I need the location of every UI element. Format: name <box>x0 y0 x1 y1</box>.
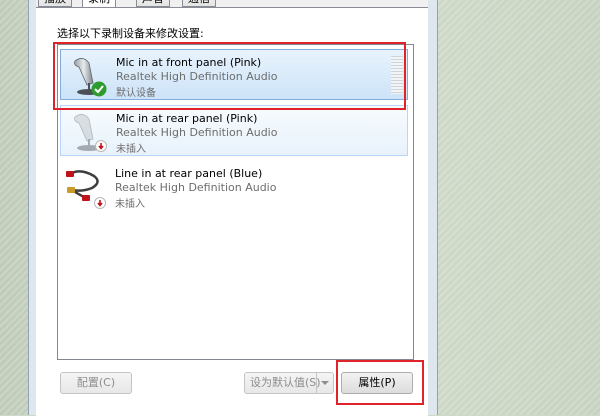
highlight-box <box>53 42 406 110</box>
set-default-label: 设为默认值(S) <box>250 376 321 389</box>
set-default-button[interactable]: 设为默认值(S) <box>244 372 334 394</box>
tab-sounds[interactable]: 声音 <box>136 0 170 7</box>
device-status: 未插入 <box>116 144 146 155</box>
tab-bar: 播放 录制 声音 通信 <box>36 0 428 9</box>
tab-communications[interactable]: 通信 <box>182 0 216 7</box>
configure-button[interactable]: 配置(C) <box>60 372 132 394</box>
device-name: Mic in at rear panel (Pink) <box>116 112 258 125</box>
tab-playback[interactable]: 播放 <box>38 0 72 7</box>
set-default-dropdown[interactable] <box>316 373 333 393</box>
device-name: Line in at rear panel (Blue) <box>115 167 263 180</box>
device-status: 未插入 <box>115 199 145 210</box>
list-item[interactable]: Mic in at rear panel (Pink) Realtek High… <box>60 105 408 156</box>
highlight-box <box>336 360 424 405</box>
chevron-down-icon <box>321 381 329 385</box>
device-driver: Realtek High Definition Audio <box>116 126 278 139</box>
unplugged-icon <box>94 197 106 209</box>
device-driver: Realtek High Definition Audio <box>115 181 277 194</box>
unplugged-icon <box>95 140 107 152</box>
instruction-text: 选择以下录制设备来修改设置: <box>57 27 204 40</box>
list-item[interactable]: Line in at rear panel (Blue) Realtek Hig… <box>60 161 408 212</box>
